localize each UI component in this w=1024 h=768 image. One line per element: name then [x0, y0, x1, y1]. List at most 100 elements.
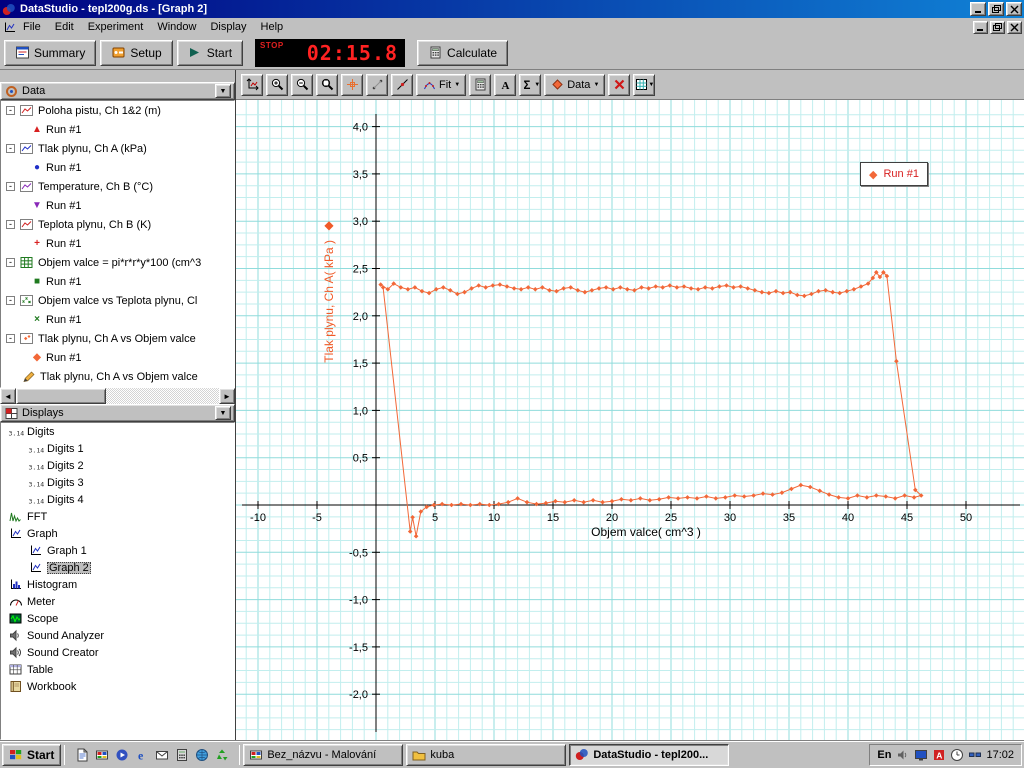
display-item-digits-4[interactable]: 3.14 Digits 4 — [1, 491, 234, 508]
setup-button[interactable]: Setup — [100, 39, 173, 66]
expand-toggle[interactable]: - — [6, 258, 15, 267]
display-item-digits-1[interactable]: 3.14 Digits 1 — [1, 440, 234, 457]
fit-menu-button[interactable]: Fit ▼ — [416, 73, 467, 96]
display-item-digits[interactable]: 3.14 Digits — [1, 423, 234, 440]
volume-tray-icon[interactable] — [895, 747, 910, 762]
title-bar[interactable]: DataStudio - tepl200g.ds - [Graph 2] — [0, 0, 1024, 18]
plot-canvas[interactable]: -10 -5 5 10 15 20 25 30 35 40 45 50 4,0 3,5 3,0 2,5 2,0 1… — [236, 100, 1024, 740]
scrollbar-track[interactable] — [16, 388, 219, 404]
data-source-item[interactable]: - Tlak plynu, Ch A vs Objem valce — [1, 329, 234, 348]
data-tree-hscrollbar[interactable]: ◄ ► — [0, 388, 235, 404]
calculator-shortcut[interactable] — [173, 745, 191, 765]
expand-toggle[interactable]: - — [6, 144, 15, 153]
data-panel-header[interactable]: Data ▼ — [0, 82, 235, 100]
display-item-graph-2[interactable]: Graph 2 — [1, 559, 234, 576]
recycle-shortcut[interactable] — [213, 745, 231, 765]
displays-panel-header[interactable]: Displays ▼ — [0, 404, 235, 422]
display-item-fft[interactable]: FFT — [1, 508, 234, 525]
internet-explorer-shortcut[interactable]: e — [133, 745, 151, 765]
run-item[interactable]: × Run #1 — [1, 310, 234, 329]
display-item-table[interactable]: Table — [1, 661, 234, 678]
scale-to-fit-button[interactable] — [241, 73, 263, 96]
display-item-digits-3[interactable]: 3.14 Digits 3 — [1, 474, 234, 491]
data-source-item[interactable]: - Tlak plynu, Ch A (kPa) — [1, 139, 234, 158]
restore-button[interactable] — [988, 2, 1004, 16]
data-source-item[interactable]: Tlak plynu, Ch A vs Objem valce — [1, 367, 234, 386]
zoom-in-button[interactable] — [266, 73, 288, 96]
data-source-item[interactable]: - Objem valce = pi*r*r*y*100 (cm^3 — [1, 253, 234, 272]
expand-toggle[interactable]: - — [6, 296, 15, 305]
antivirus-tray-icon[interactable]: A — [931, 747, 946, 762]
task-button-kuba[interactable]: kuba — [406, 743, 567, 766]
data-source-item[interactable]: - Teplota plynu, Ch B (K) — [1, 215, 234, 234]
menu-edit[interactable]: Edit — [48, 20, 81, 34]
close-button[interactable] — [1006, 2, 1022, 16]
document-shortcut[interactable] — [73, 745, 91, 765]
run-item[interactable]: ■ Run #1 — [1, 272, 234, 291]
display-item-sound-creator[interactable]: Sound Creator — [1, 644, 234, 661]
network-tray-icon[interactable] — [967, 747, 982, 762]
smart-tool-button[interactable] — [341, 73, 363, 96]
zoom-select-button[interactable] — [316, 73, 338, 96]
run-item[interactable]: ▲ Run #1 — [1, 120, 234, 139]
display-item-graph-1[interactable]: Graph 1 — [1, 542, 234, 559]
data-source-item[interactable]: - Objem valce vs Teplota plynu, Cl — [1, 291, 234, 310]
child-restore-button[interactable] — [990, 20, 1005, 34]
menu-help[interactable]: Help — [254, 20, 291, 34]
slope-tool-button[interactable] — [391, 73, 413, 96]
display-item-sound-analyzer[interactable]: Sound Analyzer — [1, 627, 234, 644]
child-close-button[interactable] — [1007, 20, 1022, 34]
zoom-out-button[interactable] — [291, 73, 313, 96]
expand-toggle[interactable]: - — [6, 106, 15, 115]
y-axis-label[interactable]: ◆ Tlak plynu, Ch A( kPa ) — [322, 218, 336, 363]
data-menu-button[interactable]: Data ▼ — [544, 73, 606, 96]
remove-button[interactable] — [608, 73, 631, 96]
display-item-meter[interactable]: Meter — [1, 593, 234, 610]
menu-display[interactable]: Display — [203, 20, 253, 34]
run-item[interactable]: ● Run #1 — [1, 158, 234, 177]
browser-shortcut[interactable] — [193, 745, 211, 765]
expand-toggle[interactable]: - — [6, 334, 15, 343]
displays-panel-dropdown-button[interactable]: ▼ — [215, 406, 231, 420]
minimize-button[interactable] — [970, 2, 986, 16]
display-item-workbook[interactable]: Workbook — [1, 678, 234, 695]
media-player-shortcut[interactable] — [113, 745, 131, 765]
display-item-graph[interactable]: Graph — [1, 525, 234, 542]
scrollbar-thumb[interactable] — [16, 388, 106, 404]
scheduler-tray-icon[interactable] — [949, 747, 964, 762]
data-source-item[interactable]: - Poloha pistu, Ch 1&2 (m) — [1, 101, 234, 120]
graph-settings-button[interactable]: ▼ — [633, 73, 656, 96]
display-item-scope[interactable]: Scope — [1, 610, 234, 627]
menu-experiment[interactable]: Experiment — [81, 20, 151, 34]
run-item[interactable]: ◆ Run #1 — [1, 348, 234, 367]
mail-shortcut[interactable] — [153, 745, 171, 765]
task-button-bez-n-zvu-malov-n-[interactable]: Bez_názvu - Malování — [243, 743, 404, 766]
menu-window[interactable]: Window — [150, 20, 203, 34]
data-source-item[interactable]: - Temperature, Ch B (°C) — [1, 177, 234, 196]
note-tool-button[interactable] — [366, 73, 388, 96]
display-tray-icon[interactable] — [913, 747, 928, 762]
child-minimize-button[interactable] — [973, 20, 988, 34]
calculate-tool-button[interactable] — [469, 73, 492, 96]
data-panel-dropdown-button[interactable]: ▼ — [215, 84, 231, 98]
expand-toggle[interactable]: - — [6, 220, 15, 229]
graph-display[interactable]: -10 -5 5 10 15 20 25 30 35 40 45 50 4,0 3,5 3,0 2,5 2,0 1… — [236, 100, 1024, 740]
taskbar-clock[interactable]: 17:02 — [986, 749, 1014, 761]
run-item[interactable]: + Run #1 — [1, 234, 234, 253]
summary-button[interactable]: Summary — [4, 39, 97, 66]
series-run1[interactable] — [378, 270, 924, 539]
display-item-digits-2[interactable]: 3.14 Digits 2 — [1, 457, 234, 474]
legend[interactable]: ◆ Run #1 — [860, 162, 928, 186]
calculate-button[interactable]: Calculate — [417, 39, 509, 66]
scroll-right-button[interactable]: ► — [219, 388, 235, 404]
start-menu-button[interactable]: Start — [2, 743, 62, 766]
keyboard-layout-indicator[interactable]: En — [877, 749, 891, 761]
display-item-histogram[interactable]: Histogram — [1, 576, 234, 593]
expand-toggle[interactable]: - — [6, 182, 15, 191]
menu-file[interactable]: File — [16, 20, 48, 34]
run-item[interactable]: ▼ Run #1 — [1, 196, 234, 215]
x-axis-label[interactable]: Objem valce( cm^3 ) — [556, 525, 736, 539]
text-annotation-button[interactable]: A — [494, 73, 517, 96]
paint-shortcut[interactable] — [93, 745, 111, 765]
statistics-menu-button[interactable]: Σ ▼ — [519, 73, 542, 96]
